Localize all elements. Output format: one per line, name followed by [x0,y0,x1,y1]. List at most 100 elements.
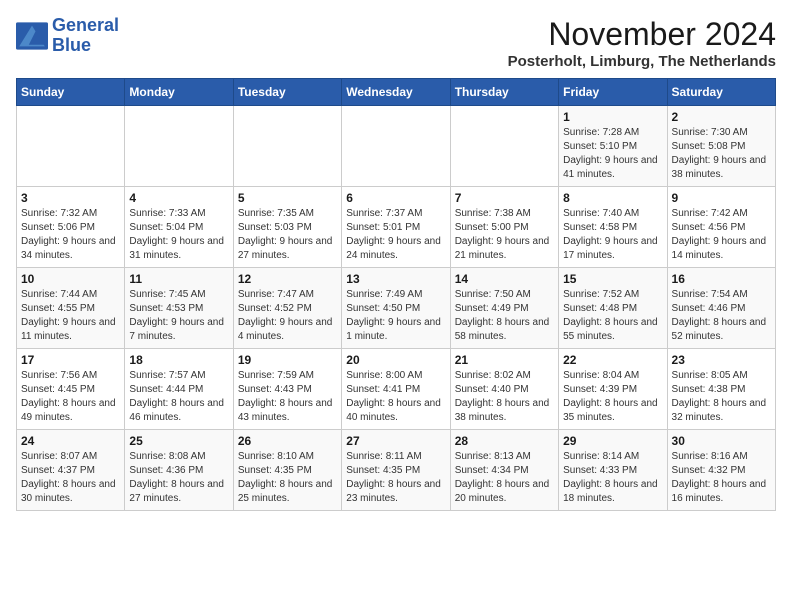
day-info: Sunrise: 7:50 AMSunset: 4:49 PMDaylight:… [455,288,554,344]
day-info: Sunrise: 7:52 AMSunset: 4:48 PMDaylight:… [563,288,662,344]
day-number: 25 [129,434,228,448]
day-number: 19 [238,353,337,367]
calendar-cell: 23 Sunrise: 8:05 AMSunset: 4:38 PMDayligh… [667,349,775,430]
day-info: Sunrise: 8:02 AMSunset: 4:40 PMDaylight:… [455,369,554,425]
day-info: Sunrise: 8:07 AMSunset: 4:37 PMDaylight:… [21,450,120,506]
page-header: General Blue November 2024 Posterholt, L… [16,16,776,70]
calendar-cell: 2Sunrise: 7:30 AMSunset: 5:08 PMDaylight… [667,106,775,187]
day-info: Sunrise: 7:40 AMSunset: 4:58 PMDaylight:… [563,207,662,263]
day-number: 15 [563,272,662,286]
day-info: Sunrise: 7:37 AMSunset: 5:01 PMDaylight:… [346,207,445,263]
day-number: 26 [238,434,337,448]
day-number: 24 [21,434,120,448]
day-info: Sunrise: 7:35 AMSunset: 5:03 PMDaylight:… [238,207,337,263]
day-info: Sunrise: 7:32 AMSunset: 5:06 PMDaylight:… [21,207,120,263]
calendar-cell [17,106,125,187]
calendar-cell: 22 Sunrise: 8:04 AMSunset: 4:39 PMDayligh… [559,349,667,430]
calendar-cell: 25 Sunrise: 8:08 AMSunset: 4:36 PMDayligh… [125,430,233,511]
calendar-cell: 14 Sunrise: 7:50 AMSunset: 4:49 PMDayligh… [450,268,558,349]
calendar-cell [450,106,558,187]
day-number: 21 [455,353,554,367]
day-info: Sunrise: 7:56 AMSunset: 4:45 PMDaylight:… [21,369,120,425]
day-number: 27 [346,434,445,448]
day-info: Sunrise: 8:13 AMSunset: 4:34 PMDaylight:… [455,450,554,506]
calendar-cell [125,106,233,187]
calendar-cell: 17Sunrise: 7:56 AMSunset: 4:45 PMDayligh… [17,349,125,430]
day-number: 18 [129,353,228,367]
calendar-cell: 13Sunrise: 7:49 AMSunset: 4:50 PMDayligh… [342,268,450,349]
day-number: 5 [238,191,337,205]
calendar-cell: 10Sunrise: 7:44 AMSunset: 4:55 PMDayligh… [17,268,125,349]
day-info: Sunrise: 8:08 AMSunset: 4:36 PMDaylight:… [129,450,228,506]
day-number: 1 [563,110,662,124]
calendar-cell: 1 Sunrise: 7:28 AMSunset: 5:10 PMDaylight… [559,106,667,187]
day-info: Sunrise: 7:47 AMSunset: 4:52 PMDaylight:… [238,288,337,344]
calendar-cell: 8 Sunrise: 7:40 AMSunset: 4:58 PMDaylight… [559,187,667,268]
calendar-cell: 15 Sunrise: 7:52 AMSunset: 4:48 PMDayligh… [559,268,667,349]
day-number: 3 [21,191,120,205]
logo-icon [16,22,48,50]
calendar-week-3: 10Sunrise: 7:44 AMSunset: 4:55 PMDayligh… [17,268,776,349]
logo-text: General Blue [52,16,119,56]
day-info: Sunrise: 8:10 AMSunset: 4:35 PMDaylight:… [238,450,337,506]
day-info: Sunrise: 8:11 AMSunset: 4:35 PMDaylight:… [346,450,445,506]
day-number: 14 [455,272,554,286]
day-info: Sunrise: 8:16 AMSunset: 4:32 PMDaylight:… [672,450,771,506]
day-number: 29 [563,434,662,448]
title-block: November 2024 Posterholt, Limburg, The N… [508,16,776,70]
calendar-cell: 11Sunrise: 7:45 AMSunset: 4:53 PMDayligh… [125,268,233,349]
day-header-monday: Monday [125,79,233,106]
day-info: Sunrise: 8:05 AMSunset: 4:38 PMDaylight:… [672,369,771,425]
calendar-cell: 20 Sunrise: 8:00 AMSunset: 4:41 PMDayligh… [342,349,450,430]
day-header-thursday: Thursday [450,79,558,106]
day-number: 8 [563,191,662,205]
calendar-cell: 7Sunrise: 7:38 AMSunset: 5:00 PMDaylight… [450,187,558,268]
day-info: Sunrise: 7:28 AMSunset: 5:10 PMDaylight:… [563,126,662,182]
calendar-cell: 3 Sunrise: 7:32 AMSunset: 5:06 PMDaylight… [17,187,125,268]
calendar-cell: 29 Sunrise: 8:14 AMSunset: 4:33 PMDayligh… [559,430,667,511]
day-number: 16 [672,272,771,286]
day-info: Sunrise: 8:04 AMSunset: 4:39 PMDaylight:… [563,369,662,425]
day-header-wednesday: Wednesday [342,79,450,106]
day-number: 4 [129,191,228,205]
day-header-tuesday: Tuesday [233,79,341,106]
day-info: Sunrise: 7:30 AMSunset: 5:08 PMDaylight:… [672,126,771,182]
day-number: 30 [672,434,771,448]
calendar-header-row: SundayMondayTuesdayWednesdayThursdayFrid… [17,79,776,106]
calendar-table: SundayMondayTuesdayWednesdayThursdayFrid… [16,78,776,511]
day-info: Sunrise: 7:54 AMSunset: 4:46 PMDaylight:… [672,288,771,344]
day-number: 23 [672,353,771,367]
day-number: 10 [21,272,120,286]
calendar-cell: 12 Sunrise: 7:47 AMSunset: 4:52 PMDayligh… [233,268,341,349]
month-title: November 2024 [508,16,776,53]
day-info: Sunrise: 8:00 AMSunset: 4:41 PMDaylight:… [346,369,445,425]
calendar-cell: 4Sunrise: 7:33 AMSunset: 5:04 PMDaylight… [125,187,233,268]
location-subtitle: Posterholt, Limburg, The Netherlands [508,53,776,70]
day-number: 12 [238,272,337,286]
calendar-cell: 16 Sunrise: 7:54 AMSunset: 4:46 PMDayligh… [667,268,775,349]
calendar-cell: 9Sunrise: 7:42 AMSunset: 4:56 PMDaylight… [667,187,775,268]
calendar-cell: 30 Sunrise: 8:16 AMSunset: 4:32 PMDayligh… [667,430,775,511]
day-header-saturday: Saturday [667,79,775,106]
calendar-cell: 28 Sunrise: 8:13 AMSunset: 4:34 PMDayligh… [450,430,558,511]
day-number: 28 [455,434,554,448]
day-number: 22 [563,353,662,367]
day-number: 7 [455,191,554,205]
calendar-cell: 19 Sunrise: 7:59 AMSunset: 4:43 PMDayligh… [233,349,341,430]
calendar-cell: 26 Sunrise: 8:10 AMSunset: 4:35 PMDayligh… [233,430,341,511]
logo: General Blue [16,16,119,56]
calendar-cell: 24 Sunrise: 8:07 AMSunset: 4:37 PMDayligh… [17,430,125,511]
day-info: Sunrise: 7:59 AMSunset: 4:43 PMDaylight:… [238,369,337,425]
calendar-cell: 6Sunrise: 7:37 AMSunset: 5:01 PMDaylight… [342,187,450,268]
calendar-cell [342,106,450,187]
day-header-friday: Friday [559,79,667,106]
calendar-week-4: 17Sunrise: 7:56 AMSunset: 4:45 PMDayligh… [17,349,776,430]
calendar-week-5: 24 Sunrise: 8:07 AMSunset: 4:37 PMDayligh… [17,430,776,511]
day-number: 20 [346,353,445,367]
day-info: Sunrise: 7:49 AMSunset: 4:50 PMDaylight:… [346,288,445,344]
day-info: Sunrise: 8:14 AMSunset: 4:33 PMDaylight:… [563,450,662,506]
calendar-cell [233,106,341,187]
calendar-week-1: 1 Sunrise: 7:28 AMSunset: 5:10 PMDaylight… [17,106,776,187]
day-info: Sunrise: 7:57 AMSunset: 4:44 PMDaylight:… [129,369,228,425]
day-info: Sunrise: 7:42 AMSunset: 4:56 PMDaylight:… [672,207,771,263]
